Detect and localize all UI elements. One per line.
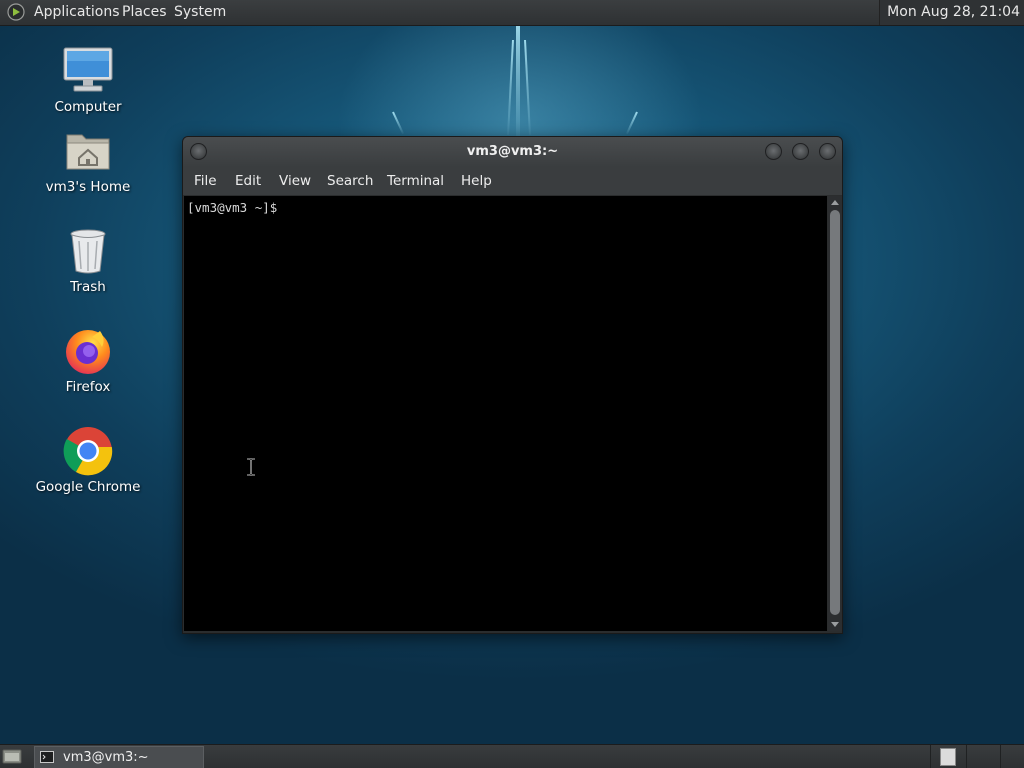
desktop-icon-trash[interactable]: Trash: [23, 225, 153, 295]
window-menu-icon[interactable]: [190, 143, 207, 160]
clock[interactable]: Mon Aug 28, 21:04: [879, 0, 1024, 25]
terminal-window[interactable]: vm3@vm3:~ File Edit View Search Terminal…: [182, 136, 843, 634]
window-title-bar[interactable]: vm3@vm3:~: [183, 137, 842, 167]
show-desktop-icon[interactable]: [2, 748, 22, 765]
terminal-menu-bar: File Edit View Search Terminal Help: [183, 167, 842, 195]
home-folder-icon: [66, 134, 110, 170]
menu-edit[interactable]: Edit: [235, 173, 261, 189]
menu-search[interactable]: Search: [327, 173, 373, 189]
desktop-icon-label: Firefox: [65, 379, 111, 395]
wallpaper-light-ray: [524, 39, 531, 135]
close-button[interactable]: [819, 143, 836, 160]
trash-icon: [70, 229, 106, 274]
wallpaper-light-ray: [507, 39, 514, 135]
menu-help[interactable]: Help: [461, 173, 492, 189]
firefox-icon: [66, 330, 110, 374]
terminal-scrollbar[interactable]: [828, 196, 842, 631]
text-cursor-icon: [247, 458, 255, 476]
bottom-panel: vm3@vm3:~: [0, 744, 1024, 768]
wallpaper-light-ray: [392, 111, 405, 135]
chrome-icon: [63, 427, 113, 476]
window-title: vm3@vm3:~: [466, 144, 559, 159]
workspace-switcher[interactable]: [940, 748, 956, 766]
terminal-icon: [40, 751, 54, 763]
desktop-icon-label: Computer: [54, 99, 122, 115]
desktop-icon-computer[interactable]: Computer: [23, 45, 153, 115]
maximize-button[interactable]: [792, 143, 809, 160]
panel-divider: [1000, 745, 1001, 768]
menu-file[interactable]: File: [194, 173, 217, 189]
menu-applications[interactable]: Applications: [34, 4, 120, 20]
top-panel: Applications Places System Mon Aug 28, 2…: [0, 0, 1024, 26]
menu-system[interactable]: System: [174, 4, 226, 20]
panel-divider: [930, 745, 931, 768]
minimize-button[interactable]: [765, 143, 782, 160]
desktop-icon-label: Google Chrome: [35, 479, 141, 495]
desktop-icon-label: vm3's Home: [45, 179, 131, 195]
taskbar-item-label: vm3@vm3:~: [63, 750, 149, 765]
shell-prompt: [vm3@vm3 ~]$: [187, 200, 278, 215]
scroll-up-arrow-icon[interactable]: [831, 200, 839, 205]
desktop-icon-chrome[interactable]: Google Chrome: [23, 425, 153, 495]
menu-places[interactable]: Places: [122, 4, 167, 20]
terminal-text-area[interactable]: [vm3@vm3 ~]$: [184, 196, 827, 631]
desktop-icon-home[interactable]: vm3's Home: [23, 125, 153, 195]
panel-divider: [966, 745, 967, 768]
computer-icon: [63, 47, 113, 92]
applications-logo-icon[interactable]: [7, 3, 25, 21]
taskbar-item-terminal[interactable]: vm3@vm3:~: [34, 746, 204, 768]
wallpaper-light-ray: [516, 22, 520, 137]
desktop-icon-label: Trash: [70, 279, 106, 295]
scroll-down-arrow-icon[interactable]: [831, 622, 839, 627]
scrollbar-thumb[interactable]: [830, 210, 840, 615]
desktop-icon-firefox[interactable]: Firefox: [23, 325, 153, 395]
menu-view[interactable]: View: [279, 173, 311, 189]
menu-terminal[interactable]: Terminal: [387, 173, 444, 189]
wallpaper-light-ray: [625, 111, 638, 135]
